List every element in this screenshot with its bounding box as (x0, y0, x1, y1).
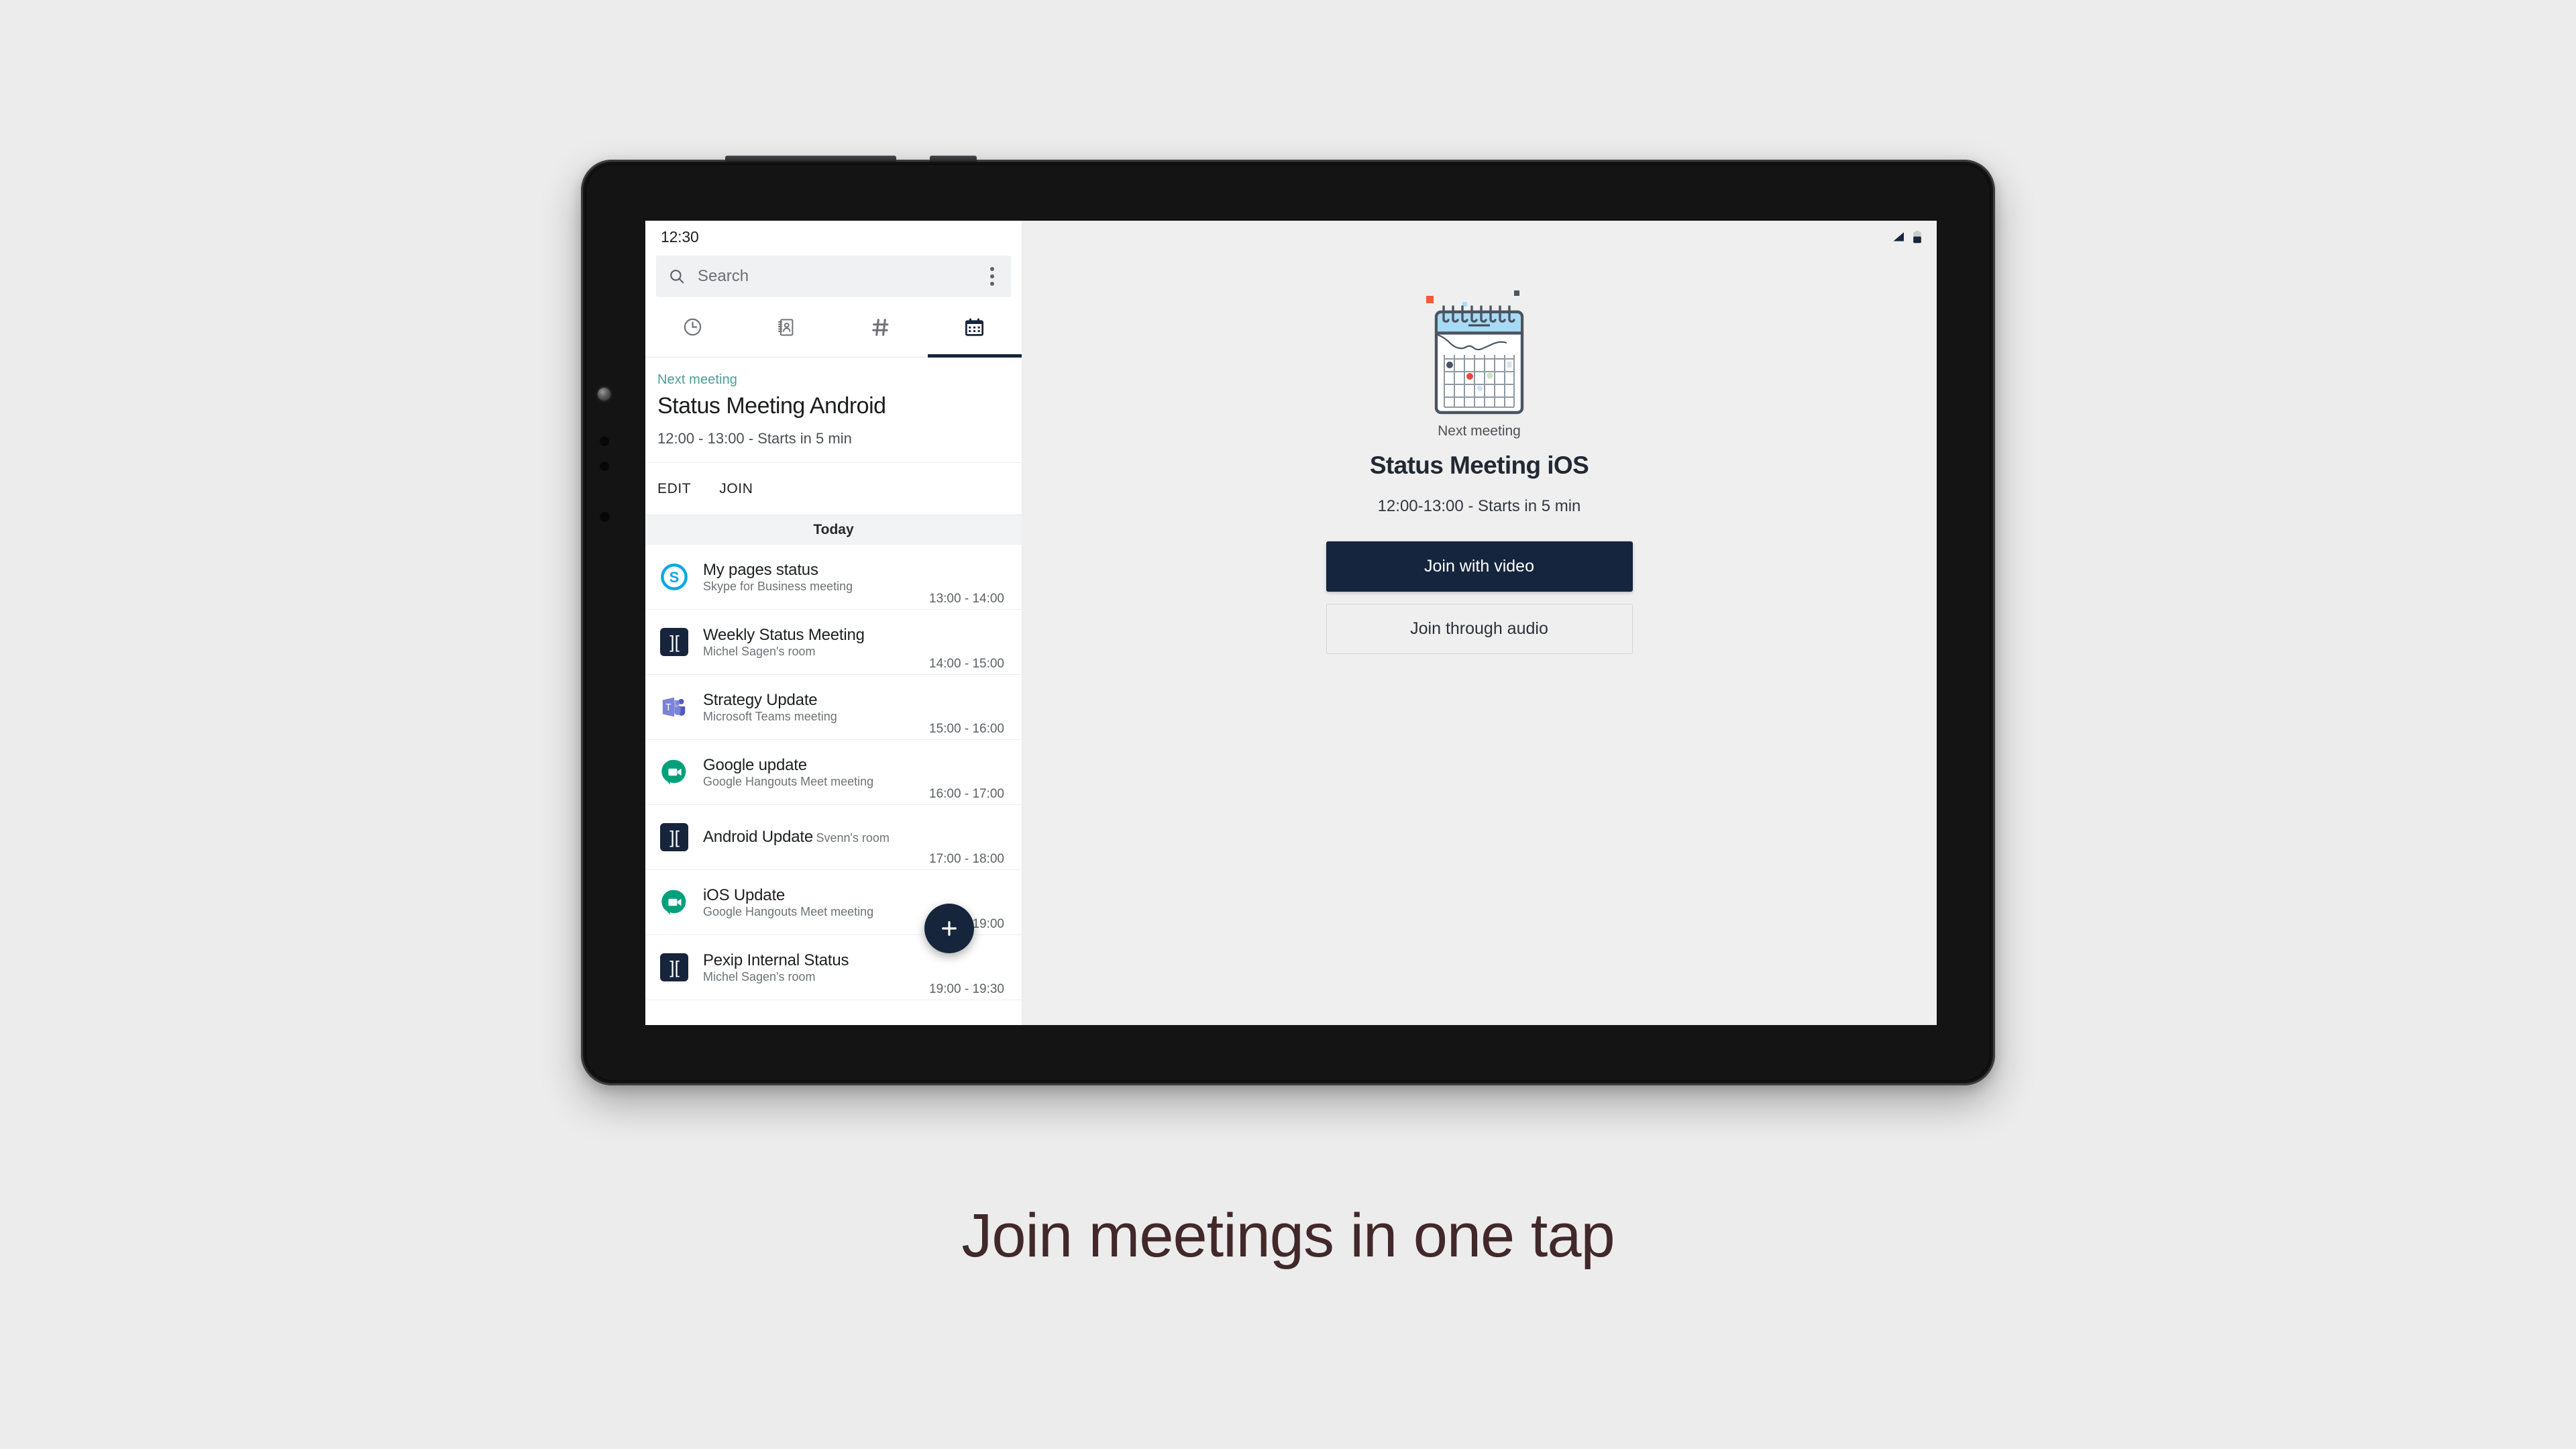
next-meeting-card[interactable]: Next meeting Status Meeting Android 12:0… (645, 358, 1022, 464)
svg-text:S: S (669, 569, 680, 586)
tablet-screen: 12:30 Search Next meeting Status Meeting… (645, 221, 1937, 1025)
join-with-video-button[interactable]: Join with video (1326, 541, 1633, 592)
confetti-square (1514, 290, 1519, 296)
event-dot (1477, 385, 1483, 392)
google-meet-icon (659, 887, 690, 918)
sensor-dot-icon (600, 462, 609, 471)
meeting-time: 19:00 - 19:30 (929, 982, 1004, 997)
detail-title: Status Meeting iOS (1369, 451, 1589, 479)
search-input[interactable] (686, 267, 980, 286)
battery-icon (1913, 230, 1922, 247)
front-camera-icon (598, 388, 610, 400)
meeting-list-item[interactable]: S My pages status Skype for Business mee… (645, 545, 1022, 610)
plus-icon (942, 921, 957, 936)
next-meeting-eyebrow: Next meeting (657, 372, 738, 387)
search-icon (668, 268, 686, 285)
svg-text:T: T (665, 702, 672, 713)
meeting-subtitle: Google Hangouts Meet meeting (703, 774, 874, 788)
join-button[interactable]: JOIN (719, 481, 753, 497)
confetti-square (1426, 296, 1434, 303)
skype-icon: S (659, 561, 690, 592)
power-button[interactable] (725, 156, 896, 162)
calendar-illustration (1405, 290, 1553, 415)
volume-button[interactable] (930, 156, 977, 162)
meeting-title: My pages status (703, 560, 818, 579)
event-dot (1487, 372, 1493, 379)
meeting-list-item[interactable]: T Strategy Update Microsoft Teams meetin… (645, 675, 1022, 741)
meeting-title: Android Update (703, 828, 813, 847)
meeting-title: Strategy Update (703, 690, 818, 709)
meeting-detail-panel: Next meeting Status Meeting iOS 12:00-13… (1022, 221, 1937, 1025)
status-bar: 12:30 (645, 221, 1022, 253)
event-dot (1466, 373, 1473, 380)
tablet-device: 12:30 Search Next meeting Status Meeting… (581, 156, 1995, 1085)
meeting-list-panel: 12:30 Search Next meeting Status Meeting… (645, 221, 1022, 1025)
meeting-subtitle: Google Hangouts Meet meeting (703, 904, 874, 918)
next-meeting-title: Status Meeting Android (657, 393, 886, 419)
tab-calendar[interactable] (927, 297, 1022, 358)
sensor-dot-icon (600, 437, 609, 446)
tab-bar (645, 297, 1022, 358)
event-dot (1507, 362, 1512, 368)
meeting-time: 13:00 - 14:00 (929, 592, 1004, 606)
day-section-header: Today (645, 515, 1022, 545)
meeting-subtitle: Michel Sagen's room (703, 644, 816, 658)
detail-eyebrow: Next meeting (1438, 423, 1521, 439)
meeting-title: iOS Update (703, 885, 786, 904)
tab-channels[interactable] (834, 297, 928, 357)
tab-recents[interactable] (645, 297, 739, 357)
meeting-title: Weekly Status Meeting (703, 625, 865, 644)
event-dot (1446, 362, 1453, 368)
meeting-time: 17:00 - 18:00 (929, 852, 1004, 867)
join-through-audio-button[interactable]: Join through audio (1326, 604, 1633, 654)
google-meet-icon (659, 757, 690, 788)
meeting-list-item[interactable]: Google update Google Hangouts Meet meeti… (645, 740, 1022, 806)
edit-button[interactable]: EDIT (657, 481, 691, 497)
meeting-subtitle: Skype for Business meeting (703, 579, 853, 593)
search-bar[interactable] (656, 256, 1011, 297)
pexip-icon: ] [ (659, 822, 690, 853)
status-bar-time: 12:30 (661, 227, 699, 246)
tab-contacts[interactable] (739, 297, 833, 357)
detail-time: 12:00-13:00 - Starts in 5 min (1377, 497, 1581, 515)
meeting-subtitle: Michel Sagen's room (703, 969, 816, 983)
teams-icon: T (659, 692, 690, 722)
meeting-time: 15:00 - 16:00 (929, 722, 1004, 737)
meeting-title: Google update (703, 755, 807, 774)
meeting-subtitle: Microsoft Teams meeting (703, 709, 837, 723)
meeting-list-item[interactable]: ] [ Android Update Svenn's room 17:00 - … (645, 805, 1022, 871)
overflow-menu-icon[interactable] (980, 262, 1004, 291)
status-icons (1892, 230, 1922, 247)
pexip-icon: ] [ (659, 952, 690, 983)
meeting-subtitle: Svenn's room (816, 831, 890, 845)
pexip-icon: ] [ (659, 627, 690, 657)
next-meeting-actions: EDIT JOIN (645, 463, 1022, 516)
create-meeting-fab[interactable] (924, 904, 974, 953)
signal-icon (1892, 231, 1906, 246)
meeting-title: Pexip Internal Status (703, 951, 849, 969)
meeting-list-item[interactable]: ] [ Weekly Status Meeting Michel Sagen's… (645, 610, 1022, 676)
sensor-dot-icon (600, 512, 610, 522)
meeting-time: 14:00 - 15:00 (929, 657, 1004, 672)
next-meeting-time: 12:00 - 13:00 - Starts in 5 min (657, 430, 852, 447)
meeting-time: 16:00 - 17:00 (929, 787, 1004, 802)
page-caption: Join meetings in one tap (961, 1201, 1615, 1270)
